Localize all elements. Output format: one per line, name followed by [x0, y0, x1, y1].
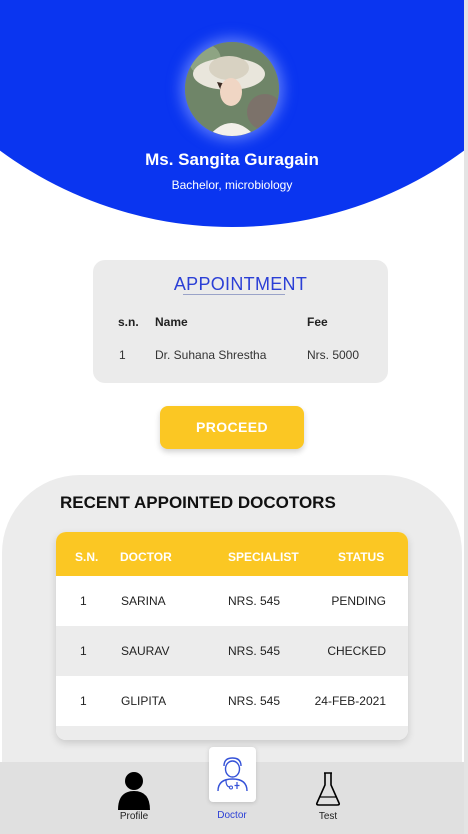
- tab-doctor-label: Doctor: [217, 810, 247, 821]
- row-status: PENDING: [331, 594, 386, 608]
- appointment-col-name: Name: [155, 315, 188, 329]
- recent-title: RECENT APPOINTED DOCOTORS: [60, 493, 336, 512]
- app-screen: Ms. Sangita Guragain Bachelor, microbiol…: [0, 0, 468, 834]
- row-doctor: GLIPITA: [121, 694, 167, 708]
- tab-test-label: Test: [318, 811, 338, 822]
- doctor-icon: [217, 757, 248, 792]
- table-row[interactable]: 1 SAURAV NRS. 545 CHECKED: [56, 626, 408, 676]
- row-doctor: SARINA: [121, 594, 166, 608]
- row-status: 24-FEB-2021: [314, 694, 386, 708]
- appointment-col-fee: Fee: [307, 315, 328, 329]
- col-specialist: SPECIALIST: [228, 550, 299, 564]
- row-specialist: NRS. 545: [228, 694, 281, 708]
- recent-table: S.N. DOCTOR SPECIALIST STATUS 1 SARINA N…: [56, 532, 408, 740]
- col-doctor: DOCTOR: [120, 550, 172, 564]
- title-underline: [183, 294, 285, 295]
- tab-doctor[interactable]: [209, 747, 256, 802]
- row-status: CHECKED: [327, 644, 386, 658]
- tab-test[interactable]: Test: [300, 762, 356, 834]
- row-doctor: SAURAV: [121, 644, 170, 658]
- row-sn: 1: [80, 644, 87, 658]
- person-icon: [118, 772, 150, 810]
- row-specialist: NRS. 545: [228, 644, 281, 658]
- appointment-col-sn: s.n.: [118, 315, 139, 329]
- proceed-button[interactable]: PROCEED: [160, 406, 304, 449]
- flask-icon: [315, 772, 341, 806]
- table-header: S.N. DOCTOR SPECIALIST STATUS: [56, 532, 408, 576]
- table-row[interactable]: 1 GLIPITA NRS. 545 24-FEB-2021: [56, 676, 408, 726]
- user-name: Ms. Sangita Guragain: [145, 150, 319, 169]
- user-degree: Bachelor, microbiology: [171, 178, 293, 192]
- avatar-image: [185, 42, 279, 136]
- appointment-title: APPOINTMENT: [173, 274, 308, 294]
- table-row-partial: [56, 726, 408, 740]
- col-sn: S.N.: [75, 550, 99, 564]
- row-specialist: NRS. 545: [228, 594, 281, 608]
- table-row[interactable]: 1 SARINA NRS. 545 PENDING: [56, 576, 408, 626]
- col-status: STATUS: [338, 550, 385, 564]
- appointment-card: APPOINTMENT s.n. Name Fee 1 Dr. Suhana S…: [93, 260, 388, 383]
- avatar[interactable]: [185, 42, 279, 136]
- appointment-fee: Nrs. 5000: [307, 348, 360, 362]
- row-sn: 1: [80, 594, 87, 608]
- appointment-sn: 1: [119, 348, 126, 362]
- tab-profile-label: Profile: [119, 811, 149, 822]
- tab-profile[interactable]: Profile: [104, 762, 164, 834]
- appointment-name: Dr. Suhana Shrestha: [155, 348, 267, 362]
- row-sn: 1: [80, 694, 87, 708]
